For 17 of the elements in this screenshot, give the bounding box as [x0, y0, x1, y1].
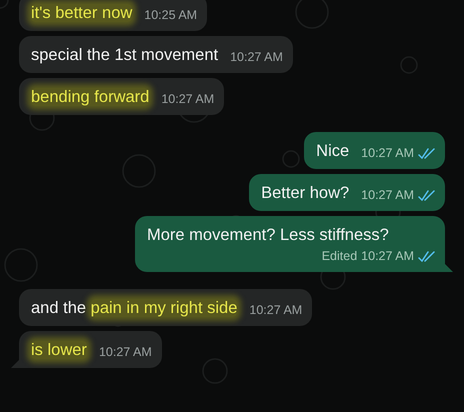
- message-time: 10:27 AM: [249, 302, 302, 318]
- message-text: is lower: [31, 340, 87, 361]
- message-text: bending forward: [31, 87, 150, 108]
- edited-label: Edited: [322, 248, 358, 264]
- message-time: 10:25 AM: [144, 7, 198, 23]
- message-text: special the 1st movement: [31, 45, 218, 66]
- message-text: Nice: [316, 141, 350, 162]
- message-text: and the pain in my right side: [31, 298, 238, 319]
- message-time: 10:27 AM: [230, 49, 283, 65]
- message-text: Better how?: [261, 183, 350, 204]
- message-time: 10:27 AM: [361, 248, 414, 264]
- message-time: 10:27 AM: [361, 187, 414, 203]
- message-time: 10:27 AM: [161, 91, 214, 107]
- message-text: it's better now: [31, 3, 132, 24]
- message-time: 10:27 AM: [98, 344, 152, 360]
- message-text: More movement? Less stiffness?: [147, 225, 390, 246]
- message-time: 10:27 AM: [361, 145, 414, 161]
